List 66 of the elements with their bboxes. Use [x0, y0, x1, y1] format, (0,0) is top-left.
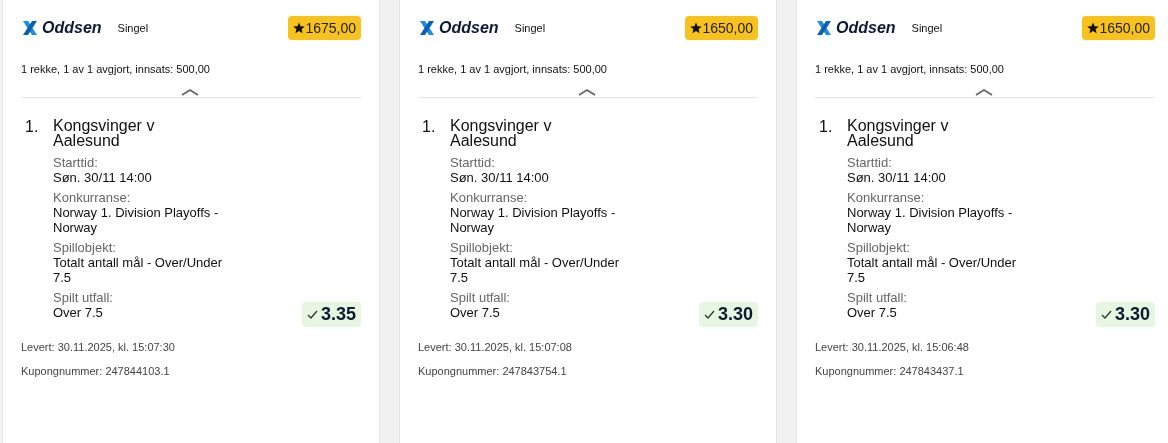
cross-logo-icon [418, 19, 436, 37]
field-label: Spilt utfall: [450, 290, 511, 305]
collapse-button[interactable] [578, 87, 598, 97]
star-icon [1087, 22, 1100, 34]
field-label: Spilt utfall: [847, 290, 908, 305]
field-value: Totalt antall mål - Over/Under 7.5 [450, 255, 621, 285]
field-value: Over 7.5 [53, 305, 104, 320]
coupon-number: Kupongnummer: 247844103.1 [21, 365, 171, 377]
field-label: Spilt utfall: [53, 290, 114, 305]
payout-badge: 1650,00 [1082, 16, 1155, 40]
payout-badge: 1675,00 [288, 16, 361, 40]
field-value: Totalt antall mål - Over/Under 7.5 [847, 255, 1018, 285]
brand-name: Oddsen [439, 19, 499, 37]
field-label: Konkurranse: [53, 190, 132, 205]
bet-number: 1. [818, 118, 834, 137]
check-icon [306, 310, 318, 319]
field-value: Norway 1. Division Playoffs - Norway [53, 205, 220, 235]
star-icon [690, 22, 703, 34]
bet-type: Singel [117, 22, 149, 34]
cross-logo-icon [815, 19, 833, 37]
chevron-icon [181, 87, 199, 97]
field-label: Spillobjekt: [53, 240, 117, 255]
collapse-button[interactable] [975, 87, 995, 97]
brand-name: Oddsen [836, 19, 896, 37]
field-value: Over 7.5 [450, 305, 501, 320]
delivered-time: Levert: 30.11.2025, kl. 15:06:48 [815, 341, 970, 353]
field-value: Norway 1. Division Playoffs - Norway [450, 205, 617, 235]
field-label: Starttid: [450, 155, 496, 170]
odds-badge: 3.30 [698, 302, 758, 327]
event-name: Kongsvinger v Aalesund [53, 118, 156, 148]
event-name: Kongsvinger v Aalesund [847, 118, 950, 148]
field-label: Konkurranse: [450, 190, 529, 205]
brand-name: Oddsen [42, 19, 102, 37]
field-value: Over 7.5 [847, 305, 898, 320]
field-label: Spillobjekt: [847, 240, 911, 255]
chevron-icon [975, 87, 993, 97]
field-value: Søn. 30/11 14:00 [53, 170, 153, 185]
star-icon [293, 22, 306, 34]
coupon-summary: 1 rekke, 1 av 1 avgjort, innsats: 500,00 [815, 63, 1005, 75]
field-label: Starttid: [847, 155, 893, 170]
field-label: Starttid: [53, 155, 99, 170]
field-value: Norway 1. Division Playoffs - Norway [847, 205, 1014, 235]
field-value: Totalt antall mål - Over/Under 7.5 [53, 255, 224, 285]
coupon-number: Kupongnummer: 247843754.1 [418, 365, 568, 377]
odds-badge: 3.30 [1095, 302, 1155, 327]
delivered-time: Levert: 30.11.2025, kl. 15:07:08 [418, 341, 573, 353]
check-icon [703, 310, 715, 319]
bet-number: 1. [421, 118, 437, 137]
check-icon [1100, 310, 1112, 319]
field-label: Konkurranse: [847, 190, 926, 205]
coupon-summary: 1 rekke, 1 av 1 avgjort, innsats: 500,00 [21, 63, 211, 75]
collapse-button[interactable] [181, 87, 201, 97]
payout-badge: 1650,00 [685, 16, 758, 40]
chevron-icon [578, 87, 596, 97]
odds-badge: 3.35 [301, 302, 361, 327]
coupon-number: Kupongnummer: 247843437.1 [815, 365, 965, 377]
coupon-summary: 1 rekke, 1 av 1 avgjort, innsats: 500,00 [418, 63, 608, 75]
cross-logo-icon [21, 19, 39, 37]
field-value: Søn. 30/11 14:00 [847, 170, 947, 185]
bet-type: Singel [514, 22, 546, 34]
bet-number: 1. [24, 118, 40, 137]
bet-type: Singel [911, 22, 943, 34]
delivered-time: Levert: 30.11.2025, kl. 15:07:30 [21, 341, 176, 353]
field-value: Søn. 30/11 14:00 [450, 170, 550, 185]
field-label: Spillobjekt: [450, 240, 514, 255]
event-name: Kongsvinger v Aalesund [450, 118, 553, 148]
